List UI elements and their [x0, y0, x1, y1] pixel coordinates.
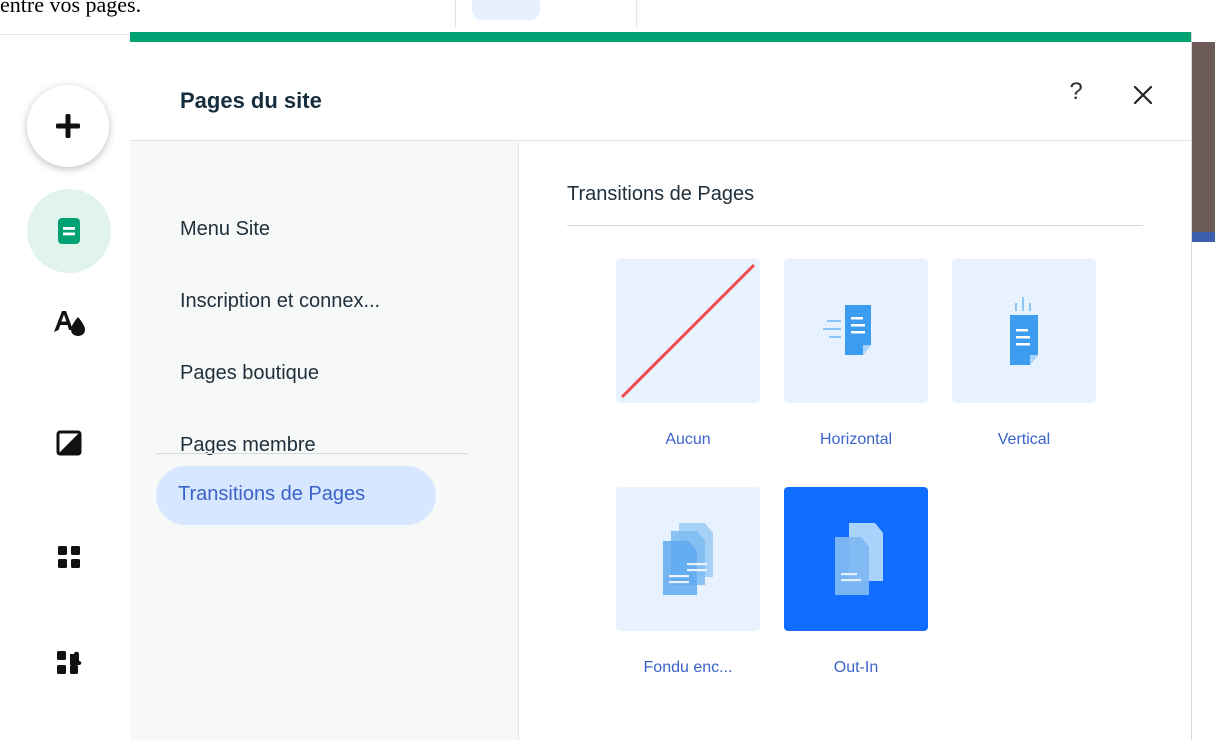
transition-tile-horizontal[interactable]	[784, 259, 928, 403]
vertical-page-icon	[1010, 297, 1038, 365]
transition-tile-none[interactable]	[616, 259, 760, 403]
help-button[interactable]: ?	[1062, 78, 1090, 108]
pages-menu-button[interactable]	[27, 189, 111, 273]
close-icon	[1133, 85, 1153, 105]
canvas-image-edge	[1191, 232, 1215, 242]
nav-item-page-transitions[interactable]: Transitions de Pages	[156, 466, 436, 525]
transition-label: Vertical	[997, 431, 1051, 448]
panel-header: Pages du site ?	[130, 42, 1191, 141]
page-icon	[58, 218, 80, 244]
canvas-image-edge	[1191, 42, 1215, 240]
nav-item-menu-site[interactable]: Menu Site	[180, 218, 270, 241]
theme-drop-icon	[54, 311, 85, 336]
site-design-button[interactable]	[44, 298, 94, 348]
nav-divider	[156, 453, 468, 454]
site-pages-panel: Pages du site ? Menu Site Inscription et…	[130, 32, 1192, 740]
transition-label: Out-In	[833, 659, 879, 676]
pages-left-nav: Menu Site Inscription et connex... Pages…	[130, 141, 519, 740]
top-toolbar-pill	[472, 0, 540, 20]
nav-item-label: Transitions de Pages	[178, 483, 366, 505]
app-market-button[interactable]	[44, 638, 94, 688]
transition-label: Fondu enc...	[643, 659, 733, 676]
out-in-pages-icon	[835, 523, 883, 595]
add-apps-button[interactable]	[44, 532, 94, 582]
partial-heading-text: entre vos pages.	[0, 0, 142, 17]
transition-tile-vertical[interactable]	[952, 259, 1096, 403]
left-toolbar	[0, 35, 130, 740]
transition-tile-out-in[interactable]	[784, 487, 928, 631]
horizontal-page-icon	[823, 305, 871, 355]
background-button[interactable]	[44, 418, 94, 468]
transition-tile-crossfade[interactable]	[616, 487, 760, 631]
section-divider	[567, 225, 1143, 226]
transition-label: Aucun	[665, 431, 711, 448]
puzzle-icon	[57, 651, 82, 674]
none-slash-icon	[620, 263, 756, 399]
crossfade-pages-icon	[663, 523, 713, 595]
panel-title: Pages du site	[180, 88, 322, 113]
nav-item-signup-login[interactable]: Inscription et connex...	[180, 290, 380, 313]
close-button[interactable]	[1130, 82, 1156, 108]
top-divider	[455, 0, 456, 28]
add-elements-button[interactable]	[27, 85, 109, 167]
top-divider	[636, 0, 637, 28]
transition-label: Horizontal	[819, 431, 893, 448]
nav-item-store-pages[interactable]: Pages boutique	[180, 362, 319, 385]
grid-icon	[58, 546, 80, 568]
plus-icon	[56, 114, 80, 138]
panel-accent-bar	[130, 32, 1191, 42]
section-title: Transitions de Pages	[567, 183, 755, 205]
half-square-icon	[56, 430, 82, 456]
transitions-content: Transitions de Pages Aucun Horizontal Ve…	[519, 141, 1191, 740]
